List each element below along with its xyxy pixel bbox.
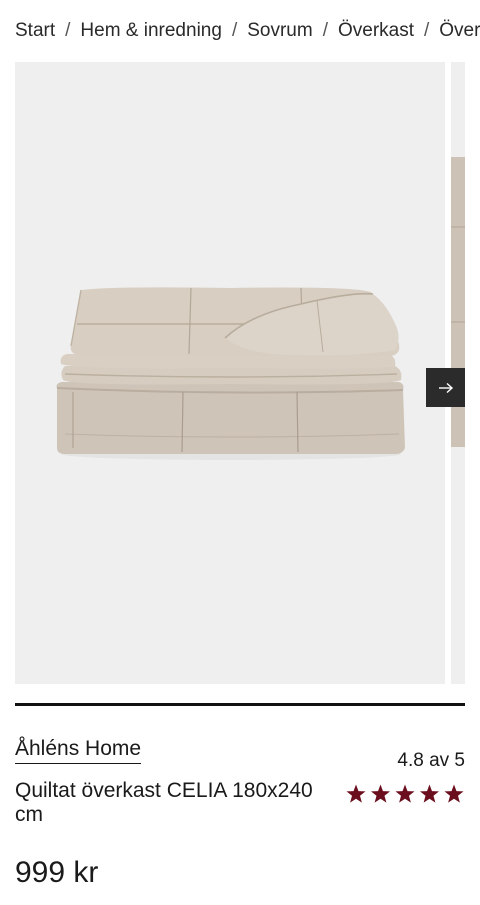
breadcrumb-item-current[interactable]: Överkast <box>439 20 480 41</box>
gallery-next-button[interactable] <box>426 368 465 407</box>
breadcrumb-separator: / <box>424 20 430 41</box>
star-icon <box>346 784 366 803</box>
star-icon <box>444 784 464 803</box>
product-image-gallery[interactable] <box>15 62 465 684</box>
star-icon <box>419 784 440 803</box>
product-title: Quiltat överkast CELIA 180x240 cm <box>15 779 313 826</box>
star-icon <box>395 784 415 803</box>
product-image-quilted-bedspread <box>56 287 405 460</box>
star-icon <box>370 784 391 803</box>
breadcrumb-item-hem-inredning[interactable]: Hem & inredning <box>80 20 222 41</box>
product-image-slide[interactable] <box>15 62 445 684</box>
breadcrumb-item-start[interactable]: Start <box>15 20 55 41</box>
brand-link[interactable]: Åhléns Home <box>15 736 142 764</box>
breadcrumb: Start / Hem & inredning / Sovrum / Överkast / Öv… <box>15 18 480 44</box>
product-price: 999 kr <box>15 856 99 889</box>
breadcrumb-item-sovrum[interactable]: Sovrum <box>247 20 312 41</box>
rating-stars[interactable] <box>346 784 466 804</box>
section-divider <box>15 703 465 706</box>
breadcrumb-separator: / <box>322 20 328 41</box>
breadcrumb-separator: / <box>65 20 71 41</box>
rating-text: 4.8 av 5 <box>397 750 465 771</box>
breadcrumb-item-overkast[interactable]: Överkast <box>338 20 414 41</box>
breadcrumb-separator: / <box>231 20 238 41</box>
arrow-right-icon <box>438 382 453 393</box>
